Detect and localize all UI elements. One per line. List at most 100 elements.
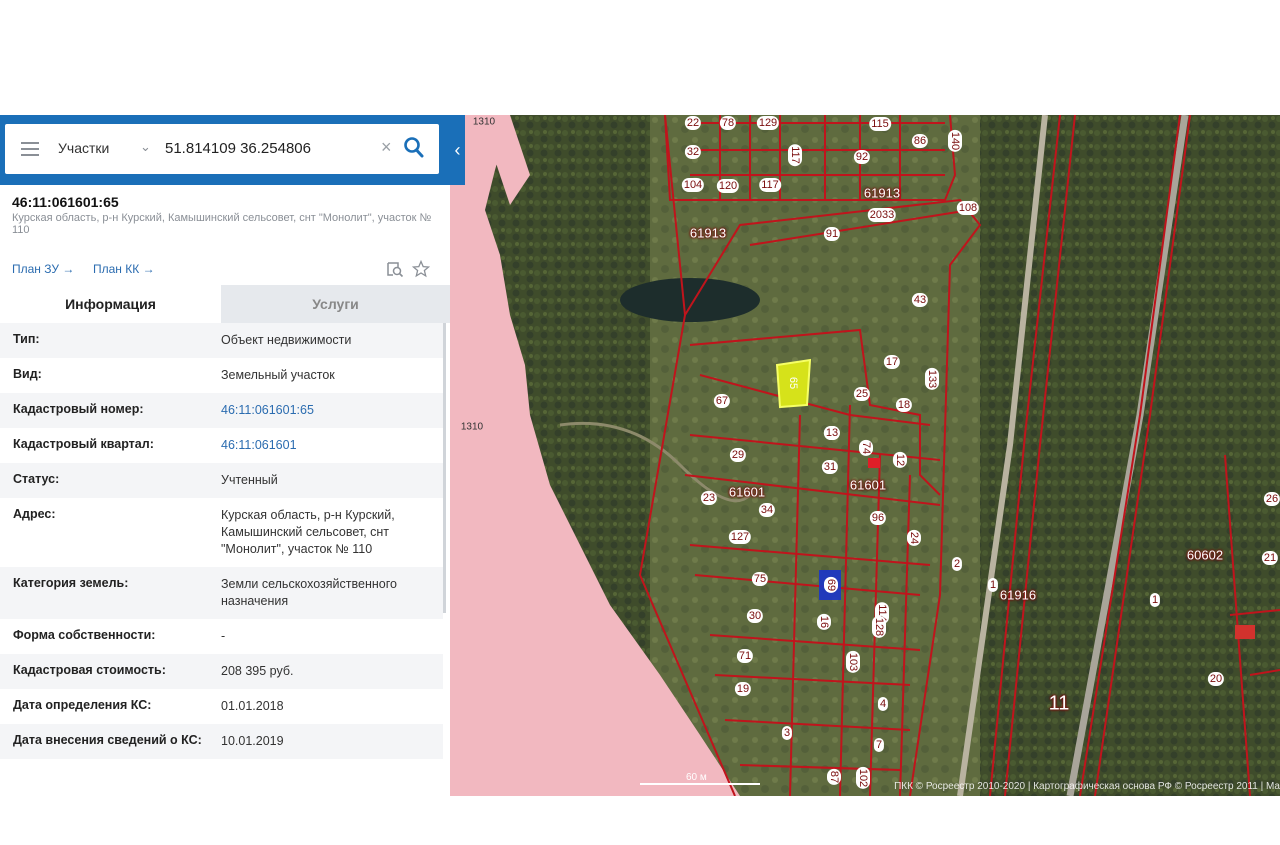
search-box: Участки ⌄ 51.814109 36.254806 × [5, 124, 439, 174]
plot-number-label[interactable]: 31 [821, 460, 839, 474]
plot-number-label[interactable]: 86 [911, 134, 929, 148]
info-value: Объект недвижимости [221, 333, 352, 347]
plot-number-label[interactable]: 96 [869, 511, 887, 525]
search-icon[interactable] [403, 136, 425, 160]
plot-number-label[interactable]: 30 [746, 609, 764, 623]
tab-info[interactable]: Информация [0, 285, 221, 323]
map-view[interactable]: 22 78 129 115 86 140 32 117 92 104 120 117 108 2033 91… [450, 115, 1280, 796]
plot-number-label[interactable]: 91 [823, 227, 841, 241]
plot-number-label[interactable]: 117 [788, 144, 802, 166]
plot-number-label[interactable]: 20 [1207, 672, 1225, 686]
chevron-down-icon[interactable]: ⌄ [140, 139, 151, 155]
info-row: Дата определения КС: 01.01.2018 [0, 689, 443, 724]
plan-kk-link[interactable]: План КК → [93, 262, 155, 276]
plot-number-label[interactable]: 78 [719, 116, 737, 130]
info-value: 10.01.2019 [221, 734, 284, 748]
plot-number-label[interactable]: 19 [734, 682, 752, 696]
quarter-label: 61601 [728, 484, 766, 500]
plot-number-label[interactable]: 92 [853, 150, 871, 164]
search-bar: Участки ⌄ 51.814109 36.254806 × ‹ [0, 115, 465, 185]
plot-number-label[interactable]: 115 [869, 117, 891, 131]
plan-zu-link[interactable]: План ЗУ → [12, 262, 74, 276]
plot-number-label[interactable]: 13 [823, 426, 841, 440]
info-value: Курская область, р-н Курский, Камышински… [221, 508, 395, 556]
plot-number-label[interactable]: 127 [728, 530, 752, 544]
menu-icon[interactable] [21, 142, 39, 160]
info-row: Кадастровый номер: 46:11:061601:65 [0, 393, 443, 428]
info-value: 208 395 руб. [221, 664, 294, 678]
info-key: Дата внесения сведений о КС: [13, 733, 202, 747]
info-table: Тип: Объект недвижимости Вид: Земельный уча… [0, 323, 450, 759]
info-value: 01.01.2018 [221, 699, 284, 713]
plot-number-label[interactable]: 43 [911, 293, 929, 307]
panel-scrollbar[interactable] [443, 323, 446, 613]
plot-number-label[interactable]: 140 [948, 129, 962, 153]
layer-select[interactable]: Участки [58, 140, 109, 156]
plot-number-label[interactable]: 71 [736, 649, 754, 663]
plot-number-label[interactable]: 103 [846, 650, 860, 674]
info-key: Адрес: [13, 507, 56, 521]
info-row: Вид: Земельный участок [0, 358, 443, 393]
plot-number-label[interactable]: 12 [893, 451, 907, 469]
plot-number-label[interactable]: 26 [1263, 492, 1280, 506]
plot-number-label[interactable]: 1 [1149, 593, 1161, 607]
plot-number-label[interactable]: 17 [883, 355, 901, 369]
object-address: Курская область, р-н Курский, Камышински… [12, 212, 432, 236]
zoom-area-icon[interactable] [386, 260, 404, 278]
object-title: 46:11:061601:65 [12, 194, 119, 210]
close-icon[interactable]: × [381, 137, 392, 158]
plot-number-label[interactable]: 2 [951, 557, 963, 571]
star-icon[interactable] [412, 260, 430, 278]
chevron-left-icon[interactable]: ‹ [450, 115, 465, 185]
plot-number-label[interactable]: 129 [756, 116, 780, 130]
plot-number-label[interactable]: 24 [907, 529, 921, 547]
plot-number-label[interactable]: 3 [781, 726, 793, 740]
plot-number-label[interactable]: 120 [716, 179, 740, 193]
plot-number-label[interactable]: 21 [1261, 551, 1279, 565]
plot-number-label[interactable]: 29 [729, 448, 747, 462]
info-value-link[interactable]: 46:11:061601:65 [221, 393, 443, 428]
quarter-label: 1310 [460, 421, 484, 433]
plot-number-label[interactable]: 108 [956, 201, 980, 215]
quarter-label: 61916 [999, 587, 1037, 603]
plot-number-label[interactable]: 87 [827, 768, 841, 786]
plot-number-label[interactable]: 133 [925, 367, 939, 391]
plot-number-label[interactable]: 1 [987, 578, 999, 592]
plot-number-label[interactable]: 65 [786, 374, 800, 392]
plot-number-label[interactable]: 128 [872, 615, 886, 639]
info-key: Кадастровая стоимость: [13, 663, 166, 677]
info-value: Учтенный [221, 473, 278, 487]
plot-number-label[interactable]: 4 [877, 697, 889, 711]
info-key: Категория земель: [13, 576, 129, 590]
plot-number-label[interactable]: 2033 [867, 208, 897, 222]
pond [620, 278, 760, 322]
info-value: Земли сельскохозяйственного назначения [221, 577, 397, 608]
quarter-label: 60602 [1186, 547, 1224, 563]
plot-number-label[interactable]: 69 [824, 576, 838, 594]
plot-number-label[interactable]: 74 [859, 439, 873, 457]
info-value-link[interactable]: 46:11:061601 [221, 428, 443, 463]
plot-number-label[interactable]: 22 [684, 116, 702, 130]
plot-number-label[interactable]: 25 [853, 387, 871, 401]
info-key: Вид: [13, 367, 42, 381]
plot-number-label[interactable]: 23 [700, 491, 718, 505]
info-row: Форма собственности: - [0, 619, 443, 654]
plot-number-label[interactable]: 102 [856, 766, 870, 790]
plot-number-label[interactable]: 75 [751, 572, 769, 586]
plot-number-label[interactable]: 32 [684, 145, 702, 159]
quarter-label: 61601 [849, 477, 887, 493]
plot-number-label[interactable]: 104 [681, 178, 705, 192]
plot-number-label[interactable]: 7 [873, 738, 885, 752]
plot-number-label[interactable]: 18 [895, 398, 913, 412]
plot-number-label[interactable]: 67 [713, 394, 731, 408]
plot-number-label[interactable]: 34 [758, 503, 776, 517]
info-row: Категория земель: Земли сельскохозяйствен… [0, 567, 443, 619]
info-value: Земельный участок [221, 368, 335, 382]
search-input[interactable]: 51.814109 36.254806 [165, 140, 311, 157]
red-house [1235, 625, 1255, 639]
plot-number-label[interactable]: 16 [817, 613, 831, 631]
red-marker [868, 458, 880, 468]
plot-number-label[interactable]: 117 [759, 178, 781, 192]
tab-services[interactable]: Услуги [221, 285, 450, 323]
info-value: - [221, 629, 226, 643]
